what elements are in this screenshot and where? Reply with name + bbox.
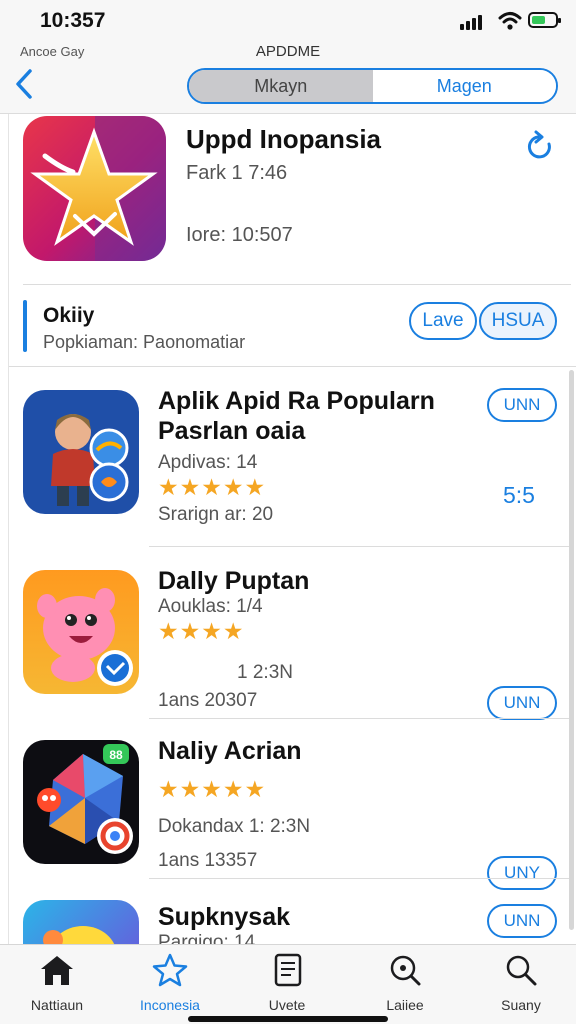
app-icon bbox=[23, 390, 139, 514]
app-extra-value: 5:5 bbox=[503, 482, 535, 508]
app-icon: 88 bbox=[23, 740, 139, 864]
tab-updates[interactable]: Uvete bbox=[232, 953, 342, 1013]
app-icon bbox=[23, 570, 139, 694]
app-name: Supknysak bbox=[158, 903, 291, 931]
wifi-icon bbox=[498, 12, 522, 30]
section-subtitle: Popkiaman: Paonomatiar bbox=[43, 332, 246, 352]
tab-search[interactable]: Suany bbox=[466, 953, 576, 1013]
nav-header: APDDME Ancoe Gay Mkayn Magen bbox=[0, 40, 576, 114]
tab-featured[interactable]: Inconesia bbox=[115, 953, 225, 1013]
divider bbox=[149, 718, 569, 719]
app-meta-2: Srarign ar: 20 bbox=[158, 504, 274, 525]
svg-text:88: 88 bbox=[109, 748, 123, 762]
divider bbox=[149, 546, 569, 547]
section-accent-bar bbox=[23, 300, 27, 352]
segmented-control: Mkayn Magen bbox=[187, 68, 558, 104]
refresh-icon[interactable] bbox=[525, 130, 555, 162]
featured-app-icon[interactable] bbox=[23, 116, 166, 261]
battery-icon bbox=[528, 12, 561, 28]
app-icon bbox=[23, 900, 139, 944]
list-item[interactable]: Supknysak Pargigo: 14 UNN bbox=[9, 880, 569, 944]
app-meta-2: 1ans 13357 bbox=[158, 850, 258, 871]
status-time: 10:357 bbox=[40, 9, 106, 32]
tab-label: Nattiaun bbox=[30, 997, 84, 1013]
rating-stars-icon: ★★★★★ bbox=[158, 776, 267, 802]
main-content: Uppd Inopansia Fark 1 7:46 Iore: 10:507 … bbox=[8, 114, 576, 944]
app-meta-3: 1ans 20307 bbox=[158, 690, 258, 711]
list-item[interactable]: Aplik Apid Ra Popularn Pasrlan oaia Apdi… bbox=[9, 370, 569, 540]
featured-title: Uppd Inopansia bbox=[186, 124, 381, 154]
divider bbox=[9, 366, 576, 367]
back-chevron-icon[interactable] bbox=[12, 68, 36, 100]
tab-label: Inconesia bbox=[140, 997, 200, 1013]
featured-line-1: Fark 1 7:46 bbox=[186, 162, 288, 184]
app-meta-1: Dokandax 1: 2:3N bbox=[158, 816, 311, 837]
app-meta-1: Apdivas: 14 bbox=[158, 452, 258, 473]
segment-1[interactable]: Magen bbox=[372, 70, 556, 102]
app-name: Aplik Apid Ra Popularn Pasrlan oaia bbox=[158, 387, 435, 445]
section-button-0[interactable]: Lave bbox=[409, 302, 477, 340]
app-meta-1: Aouklas: 1/4 bbox=[158, 596, 263, 617]
divider bbox=[149, 878, 569, 879]
status-bar: 10:357 bbox=[0, 0, 576, 40]
section-button-1[interactable]: HSUA bbox=[479, 302, 557, 340]
app-meta-2: 1 2:3N bbox=[237, 662, 293, 683]
get-button[interactable]: UNN bbox=[487, 388, 557, 422]
app-name: Dally Puptan bbox=[158, 567, 310, 595]
list-item[interactable]: Dally Puptan Aouklas: 1/4 ★★★★ 1 2:3N 1a… bbox=[9, 550, 569, 720]
page-title: APDDME bbox=[255, 43, 321, 60]
divider bbox=[23, 284, 571, 285]
tab-bar: Nattiaun Inconesia Uvete Laiiee Suany bbox=[0, 944, 576, 1024]
tab-label: Suany bbox=[501, 997, 541, 1013]
search-icon bbox=[506, 955, 537, 986]
tab-label: Uvete bbox=[268, 997, 306, 1013]
rating-stars-icon: ★★★★★ bbox=[158, 474, 267, 500]
tab-home[interactable]: Nattiaun bbox=[2, 953, 112, 1013]
scrollbar[interactable] bbox=[569, 370, 574, 930]
app-meta-1: Pargigo: 14 bbox=[158, 932, 256, 944]
get-button[interactable]: UNN bbox=[487, 904, 557, 938]
segment-0[interactable]: Mkayn bbox=[189, 70, 373, 102]
tab-label: Laiiee bbox=[386, 997, 424, 1013]
list-item[interactable]: 88 Naliy Acrian ★★★★★ Dokandax 1: 2:3N 1… bbox=[9, 720, 569, 890]
cellular-signal-icon bbox=[460, 14, 482, 30]
get-button[interactable]: UNN bbox=[487, 686, 557, 720]
app-name: Naliy Acrian bbox=[158, 737, 302, 765]
nav-subtitle: Ancoe Gay bbox=[20, 44, 85, 59]
section-title: Okiiy bbox=[43, 304, 95, 327]
featured-line-2: Iore: 10:507 bbox=[186, 224, 293, 246]
home-icon bbox=[41, 956, 73, 985]
rating-stars-icon: ★★★★ bbox=[158, 618, 245, 644]
home-indicator[interactable] bbox=[188, 1016, 388, 1022]
star-icon bbox=[152, 953, 188, 987]
explore-search-icon bbox=[390, 955, 421, 986]
document-icon bbox=[274, 953, 302, 987]
tab-explore[interactable]: Laiiee bbox=[350, 953, 460, 1013]
